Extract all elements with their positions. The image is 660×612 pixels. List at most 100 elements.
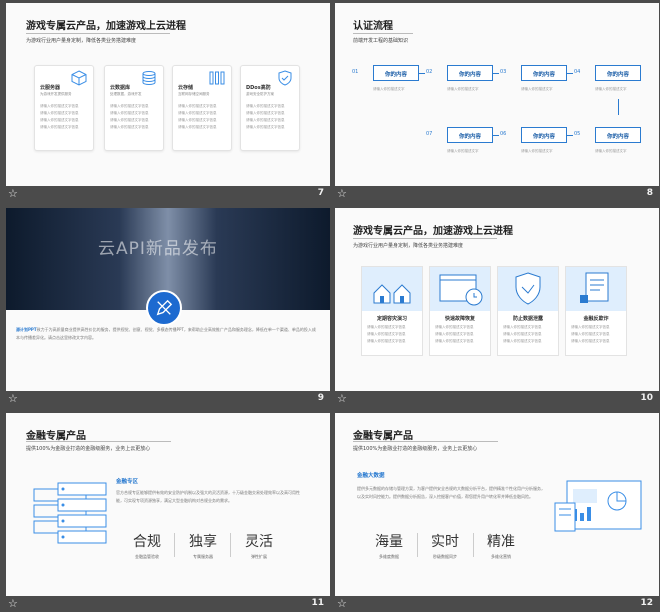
card-title: 定期容灾演习 bbox=[376, 316, 407, 322]
flow-arrow bbox=[567, 73, 573, 74]
star-icon[interactable]: ☆ bbox=[8, 598, 20, 610]
slide-number: 8 bbox=[646, 188, 653, 198]
slide-title: 游戏专属云产品，加速游戏上云进程 bbox=[26, 21, 186, 32]
title-underline bbox=[26, 33, 170, 34]
section-heading: 金融专区 bbox=[116, 479, 139, 485]
slide-canvas: 金融专属产品 提供100%为金融业打造的金融级服务，业务上云更放心 金融专区 官… bbox=[6, 413, 330, 596]
browser-clock-icon bbox=[439, 274, 483, 306]
flow-step-07: 07 你的内容 bbox=[426, 127, 493, 143]
step-label: 你的内容 bbox=[458, 72, 481, 78]
star-icon[interactable]: ☆ bbox=[8, 393, 20, 405]
step-number: 06 bbox=[500, 131, 507, 137]
slide-canvas: 认证流程 前端开发工程的基础知识 01 你的内容 请输入你的描述文字 02 你的… bbox=[335, 3, 659, 186]
feature-desc: 弹性扩展 bbox=[251, 554, 267, 559]
star-icon[interactable]: ☆ bbox=[337, 188, 349, 200]
card-title: 云服务器 bbox=[40, 85, 61, 91]
slide-body: 源计划PPT致力于为高质量商业提供高性价比的服务，提供视觉、创意、视觉、多模态传… bbox=[16, 326, 316, 342]
card-line: 请输入你的描述文字信息 bbox=[571, 332, 610, 336]
step-number: 01 bbox=[352, 69, 359, 75]
flow-step-05: 05 你的内容 bbox=[574, 127, 641, 143]
body-prefix: 源计划PPT bbox=[16, 327, 37, 332]
feature-desc: 多维度数据 bbox=[379, 554, 399, 559]
card-title: 防止数据泄露 bbox=[512, 316, 543, 322]
step-number: 02 bbox=[426, 69, 433, 75]
step-label: 你的内容 bbox=[606, 72, 629, 78]
card-line: 请输入你的描述文字信息 bbox=[178, 111, 217, 115]
slide-title: 金融专属产品 bbox=[353, 431, 413, 442]
pencil-ruler-icon bbox=[156, 299, 173, 316]
body-text: 致力于为高质量商业提供高性价比的服务，提供视觉、创意、视觉、多模态传播PPT，来… bbox=[16, 327, 316, 340]
card-line: 请输入你的描述文字信息 bbox=[246, 125, 285, 129]
feature-realtime: 实时 秒级数据同步 bbox=[421, 531, 469, 560]
card-disaster-drill: 定期容灾演习 请输入你的描述文字信息 请输入你的描述文字信息 请输入你的描述文字… bbox=[361, 266, 423, 356]
card-line: 请输入你的描述文字信息 bbox=[503, 332, 542, 336]
slide-footer: ☆ 7 bbox=[6, 188, 330, 202]
card-title: 云存储 bbox=[178, 85, 194, 91]
card-subtitle: 处理数据，游戏开发 bbox=[110, 92, 142, 96]
slide-thumb-11[interactable]: 金融专属产品 提供100%为金融业打造的金融级服务，业务上云更放心 金融专区 官… bbox=[6, 413, 330, 610]
slide-number: 7 bbox=[317, 188, 324, 198]
slide-thumb-12[interactable]: 金融专属产品 提供100%为金融业打造的金融级服务，业务上云更放心 金融大数据 … bbox=[335, 413, 659, 610]
feature-title: 灵活 bbox=[245, 534, 273, 550]
step-desc: 请输入你的描述文字 bbox=[595, 87, 627, 91]
card-cloud-database: 云数据库 处理数据，游戏开发 请输入你的描述文字信息 请输入你的描述文字信息 请… bbox=[104, 65, 164, 151]
slide-subtitle: 前端开发工程的基础知识 bbox=[353, 38, 409, 44]
card-line: 请输入你的描述文字信息 bbox=[110, 118, 149, 122]
title-underline bbox=[353, 33, 413, 34]
step-desc: 请输入你的描述文字 bbox=[447, 87, 479, 91]
feature-title: 海量 bbox=[375, 534, 403, 550]
slide-subtitle: 提供100%为金融业打造的金融级服务，业务上云更放心 bbox=[353, 446, 478, 452]
card-line: 请输入你的描述文字信息 bbox=[503, 325, 542, 329]
card-line: 请输入你的描述文字信息 bbox=[246, 118, 285, 122]
feature-title: 合规 bbox=[133, 534, 161, 550]
step-desc: 请输入你的描述文字 bbox=[595, 149, 627, 153]
section-paragraph: 提供多元数据的存储与管理方案，为客户提供安全合规的大数据分析平台，提供精准个性化… bbox=[357, 486, 545, 499]
feature-title: 实时 bbox=[431, 534, 459, 550]
slide-canvas: 云API新品发布 源计划PPT致力于为高质量商业提供高性价比的服务，提供视觉、创… bbox=[6, 208, 330, 391]
card-line: 请输入你的描述文字信息 bbox=[503, 339, 542, 343]
card-cloud-server: 云服务器 为游戏开发提供服务 请输入你的描述文字信息 请输入你的描述文字信息 请… bbox=[34, 65, 94, 151]
card-subtitle: 游戏安全防护方案 bbox=[246, 92, 274, 96]
step-label: 你的内容 bbox=[606, 134, 629, 140]
step-desc: 请输入你的描述文字 bbox=[373, 87, 405, 91]
step-label: 你的内容 bbox=[532, 72, 555, 78]
feature-massive: 海量 多维度数据 bbox=[365, 531, 413, 560]
slide-canvas: 金融专属产品 提供100%为金融业打造的金融级服务，业务上云更放心 金融大数据 … bbox=[335, 413, 659, 596]
feature-compliance: 合规 金融监管验收 bbox=[124, 531, 170, 560]
slide-canvas: 游戏专属云产品，加速游戏上云进程 为游戏行业用户量身定制，降低各类业务搭建难度 … bbox=[335, 208, 659, 391]
card-line: 请输入你的描述文字信息 bbox=[435, 339, 474, 343]
card-line: 请输入你的描述文字信息 bbox=[40, 111, 79, 115]
flow-step-03: 03 你的内容 bbox=[500, 65, 567, 81]
cube-icon bbox=[71, 70, 87, 86]
slide-thumb-8[interactable]: 认证流程 前端开发工程的基础知识 01 你的内容 请输入你的描述文字 02 你的… bbox=[335, 3, 659, 204]
star-icon[interactable]: ☆ bbox=[8, 188, 20, 200]
step-desc: 请输入你的描述文字 bbox=[521, 87, 553, 91]
star-icon[interactable]: ☆ bbox=[337, 393, 349, 405]
flow-arrow bbox=[618, 99, 619, 115]
feature-divider bbox=[230, 533, 231, 557]
step-label: 你的内容 bbox=[532, 134, 555, 140]
slide-thumb-7[interactable]: 游戏专属云产品，加速游戏上云进程 为游戏行业用户量身定制，降低各类业务搭建难度 … bbox=[6, 3, 330, 204]
slide-number: 12 bbox=[640, 598, 653, 608]
card-line: 请输入你的描述文字信息 bbox=[571, 339, 610, 343]
slide-thumb-10[interactable]: 游戏专属云产品，加速游戏上云进程 为游戏行业用户量身定制，降低各类业务搭建难度 … bbox=[335, 208, 659, 409]
slide-footer: ☆ 10 bbox=[335, 393, 659, 407]
slide-footer: ☆ 8 bbox=[335, 188, 659, 202]
star-icon[interactable]: ☆ bbox=[337, 598, 349, 610]
flow-step-02: 02 你的内容 bbox=[426, 65, 493, 81]
slide-title: 金融专属产品 bbox=[26, 431, 86, 442]
flow-arrow bbox=[567, 135, 573, 136]
title-underline bbox=[26, 441, 171, 442]
slide-canvas: 游戏专属云产品，加速游戏上云进程 为游戏行业用户量身定制，降低各类业务搭建难度 … bbox=[6, 3, 330, 186]
slide-subtitle: 为游戏行业用户量身定制，降低各类业务搭建难度 bbox=[353, 243, 464, 249]
card-line: 请输入你的描述文字信息 bbox=[246, 104, 285, 108]
slide-title: 游戏专属云产品，加速游戏上云进程 bbox=[353, 226, 513, 237]
card-line: 请输入你的描述文字信息 bbox=[40, 125, 79, 129]
slide-thumb-9[interactable]: 云API新品发布 源计划PPT致力于为高质量商业提供高性价比的服务，提供视觉、创… bbox=[6, 208, 330, 409]
section-paragraph: 官方合规专区能够提供有效的安全防护机制以及强大的灵活资源，十万级金融交易处理效率… bbox=[116, 490, 300, 503]
step-number: 07 bbox=[426, 131, 433, 137]
feature-desc: 多维化营销 bbox=[491, 554, 511, 559]
flow-step-01: 01 你的内容 bbox=[352, 65, 419, 81]
card-subtitle: 互联网存储空间服务 bbox=[178, 92, 210, 96]
card-illustration bbox=[498, 267, 558, 311]
